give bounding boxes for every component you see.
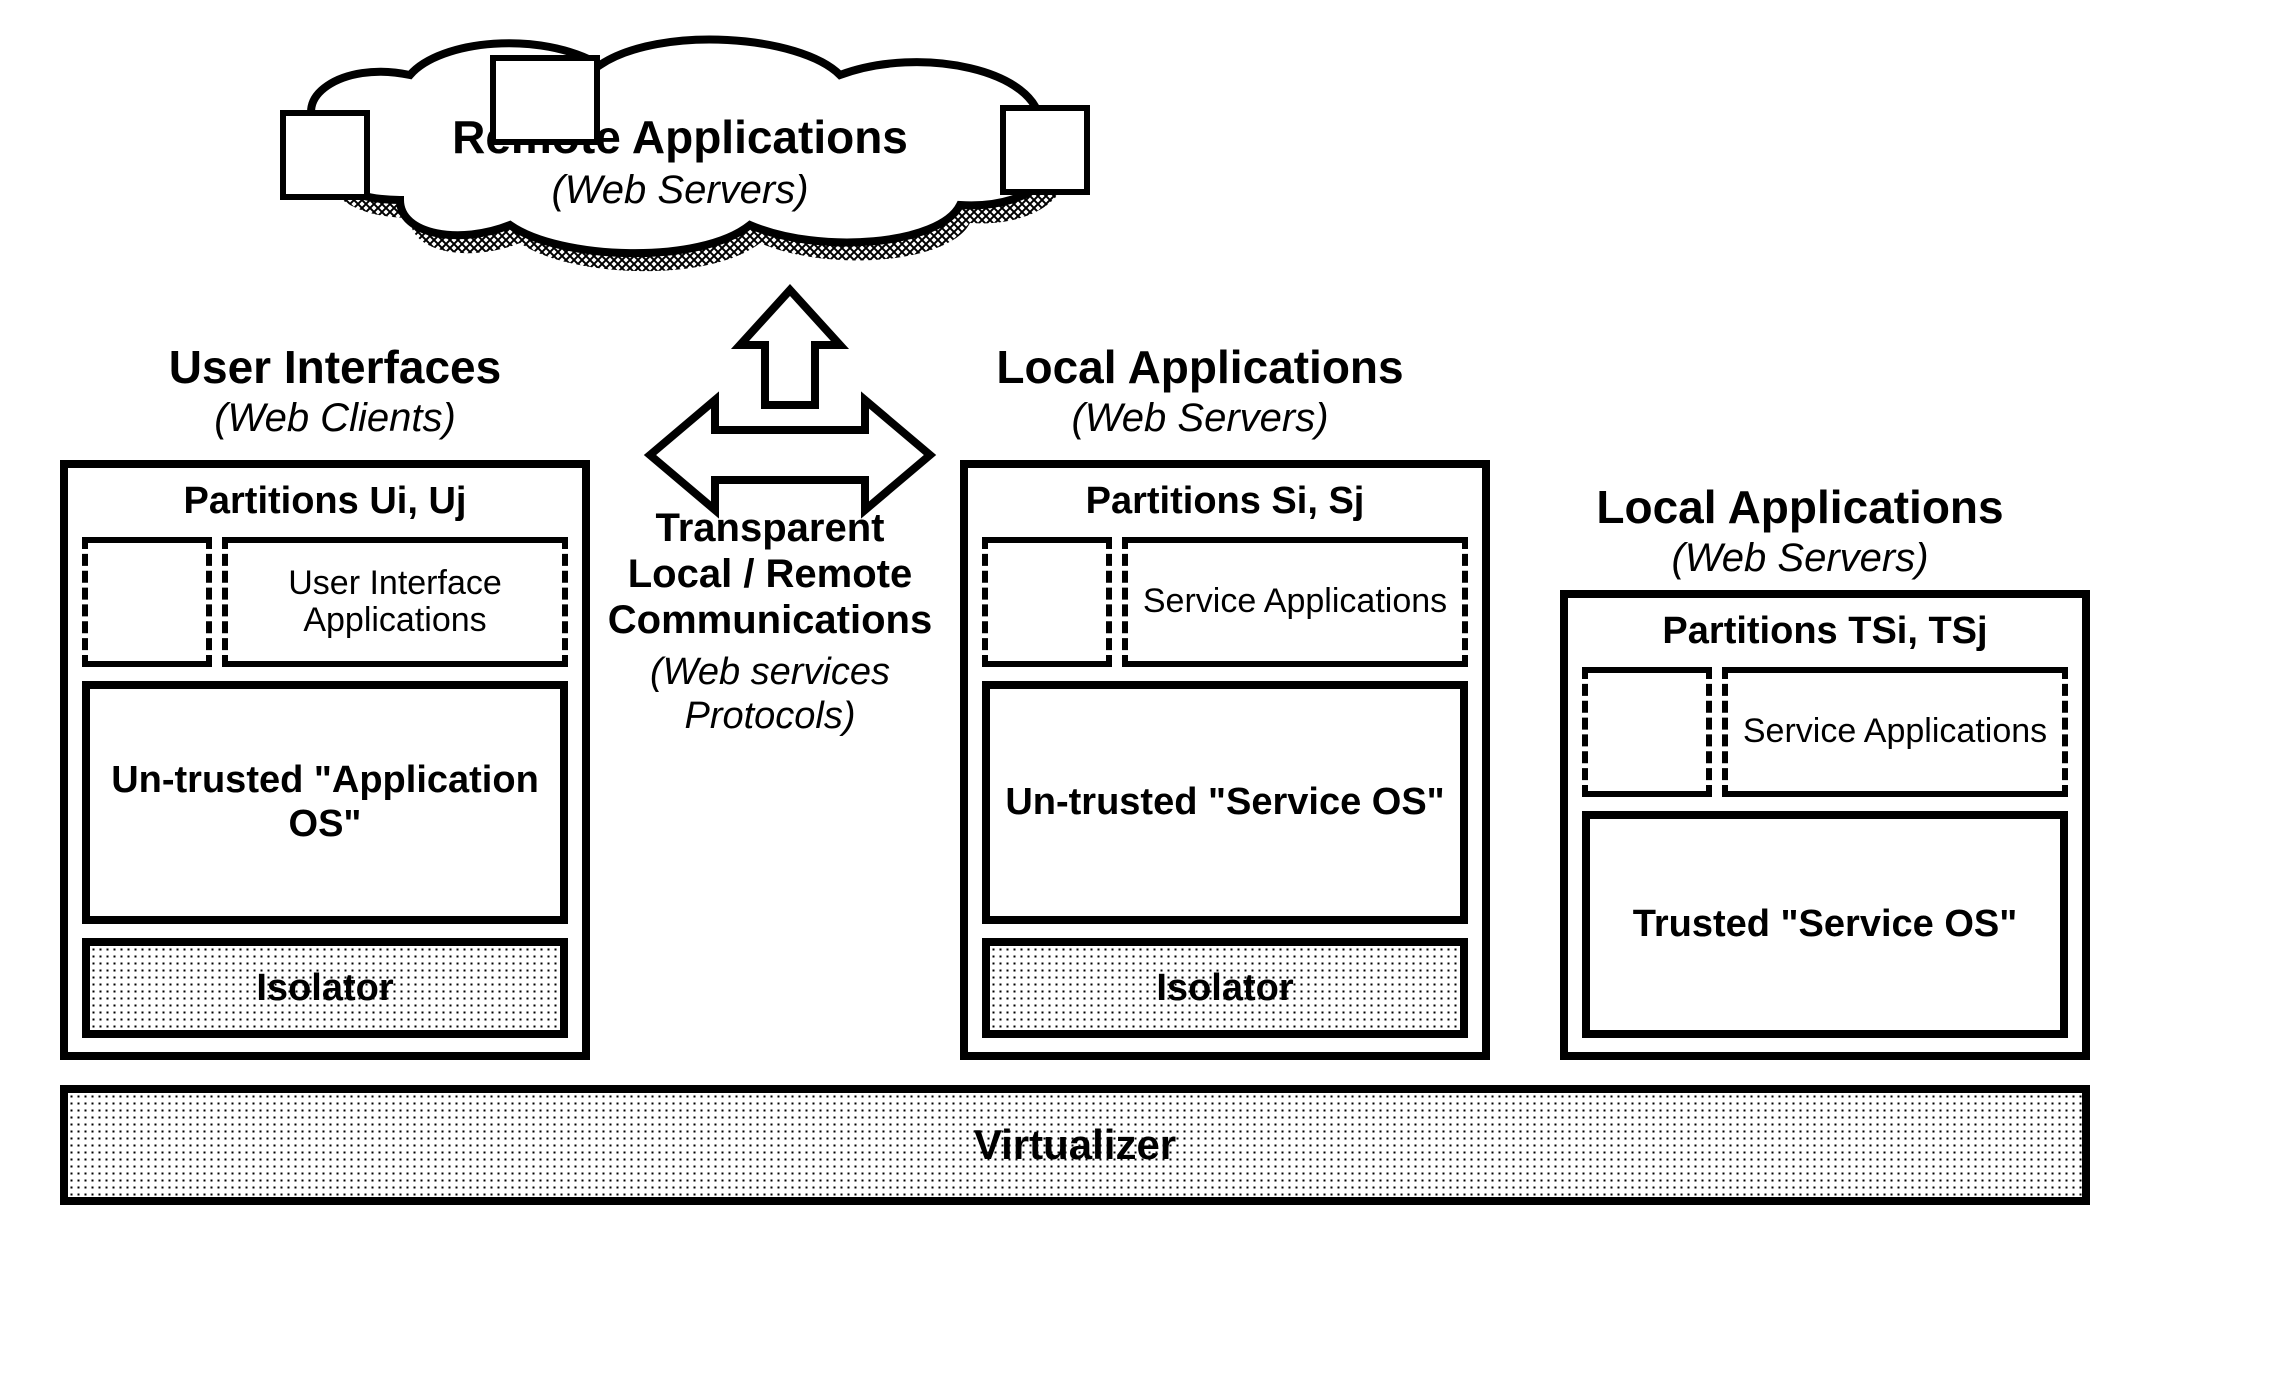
communication-arrows bbox=[630, 280, 950, 540]
apps-row: Service Applications bbox=[982, 537, 1468, 667]
center-line: Communications bbox=[580, 597, 960, 643]
heading-title: User Interfaces bbox=[95, 340, 575, 394]
partition-title: Partitions Si, Sj bbox=[982, 480, 1468, 523]
center-line: Local / Remote bbox=[580, 551, 960, 597]
cloud-node-box bbox=[280, 110, 370, 200]
isolator-box: Isolator bbox=[982, 938, 1468, 1038]
diagram-canvas: Remote Applications (Web Servers) User I… bbox=[0, 0, 2288, 1395]
partition-title: Partitions Ui, Uj bbox=[82, 480, 568, 523]
heading-user-interfaces: User Interfaces (Web Clients) bbox=[95, 340, 575, 441]
heading-subtitle: (Web Servers) bbox=[940, 396, 1460, 441]
os-box-trusted: Trusted "Service OS" bbox=[1582, 811, 2068, 1038]
heading-title: Local Applications bbox=[1540, 480, 2060, 534]
heading-title: Local Applications bbox=[940, 340, 1460, 394]
apps-box-empty bbox=[1582, 667, 1712, 797]
cloud-title: Remote Applications bbox=[280, 110, 1080, 164]
isolator-box: Isolator bbox=[82, 938, 568, 1038]
center-sub: Protocols) bbox=[580, 695, 960, 739]
center-sub: (Web services bbox=[580, 651, 960, 695]
apps-box-label: Service Applications bbox=[1122, 537, 1468, 667]
os-box-untrusted: Un-trusted "Application OS" bbox=[82, 681, 568, 924]
partition-local-apps-untrusted: Partitions Si, Sj Service Applications U… bbox=[960, 460, 1490, 1060]
cloud-remote-applications: Remote Applications (Web Servers) bbox=[280, 30, 1100, 290]
partition-local-apps-trusted: Partitions TSi, TSj Service Applications… bbox=[1560, 590, 2090, 1060]
apps-row: Service Applications bbox=[1582, 667, 2068, 797]
cloud-node-box bbox=[490, 55, 600, 145]
heading-local-applications-2: Local Applications (Web Servers) bbox=[1540, 480, 2060, 581]
partition-title: Partitions TSi, TSj bbox=[1582, 610, 2068, 653]
heading-subtitle: (Web Servers) bbox=[1540, 536, 2060, 581]
virtualizer-bar: Virtualizer bbox=[60, 1085, 2090, 1205]
heading-local-applications-1: Local Applications (Web Servers) bbox=[940, 340, 1460, 441]
apps-row: User Interface Applications bbox=[82, 537, 568, 667]
cloud-node-box bbox=[1000, 105, 1090, 195]
apps-box-empty bbox=[982, 537, 1112, 667]
center-communications-label: Transparent Local / Remote Communication… bbox=[580, 505, 960, 738]
os-box-untrusted: Un-trusted "Service OS" bbox=[982, 681, 1468, 924]
heading-subtitle: (Web Clients) bbox=[95, 396, 575, 441]
cloud-subtitle: (Web Servers) bbox=[280, 168, 1080, 213]
apps-box-empty bbox=[82, 537, 212, 667]
apps-box-label: Service Applications bbox=[1722, 667, 2068, 797]
apps-box-label: User Interface Applications bbox=[222, 537, 568, 667]
partition-user-interfaces: Partitions Ui, Uj User Interface Applica… bbox=[60, 460, 590, 1060]
